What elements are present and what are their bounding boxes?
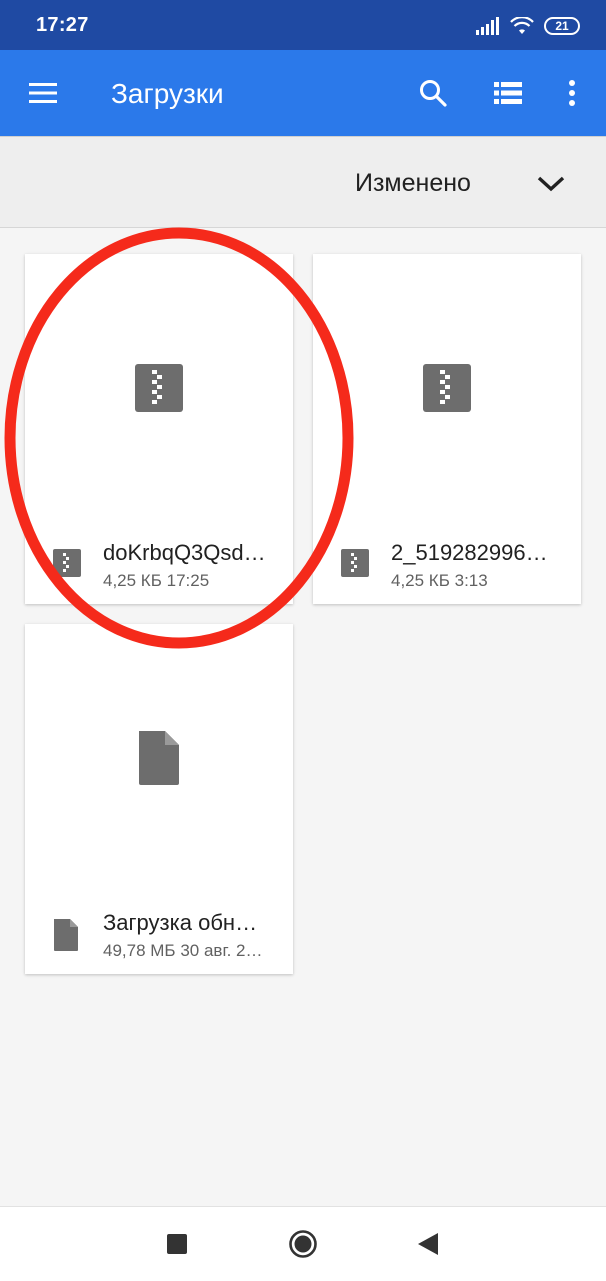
card-thumbnail	[25, 728, 293, 788]
file-meta: 4,25 КБ 3:13	[391, 571, 571, 591]
signal-icon	[476, 17, 499, 35]
status-time: 17:27	[36, 14, 89, 36]
file-date: 3:13	[454, 571, 488, 590]
chevron-down-icon[interactable]	[532, 169, 570, 199]
file-date: 30 авг. 2…	[180, 941, 263, 960]
hamburger-menu-icon[interactable]	[24, 76, 62, 110]
status-icons: 21	[476, 14, 580, 38]
file-name: Загрузка обн…	[103, 910, 258, 935]
battery-icon: 21	[544, 17, 580, 35]
home-icon[interactable]	[288, 1229, 318, 1259]
highlight-ellipse	[4, 227, 354, 649]
archive-file-icon	[423, 364, 471, 412]
page-title: Загрузки	[111, 78, 224, 109]
sort-bar: Изменено	[0, 136, 606, 228]
file-size: 4,25 КБ	[391, 571, 450, 590]
document-file-icon	[139, 731, 179, 785]
system-nav-bar	[0, 1206, 606, 1281]
more-vert-icon[interactable]	[558, 74, 586, 112]
battery-level: 21	[555, 19, 569, 33]
file-name: 2_519282996…	[391, 540, 548, 565]
list-view-icon[interactable]	[490, 76, 526, 110]
recents-icon[interactable]	[166, 1233, 188, 1255]
file-meta: 49,78 МБ 30 авг. 2…	[103, 941, 283, 961]
file-card[interactable]: Загрузка обн… 49,78 МБ 30 авг. 2…	[25, 624, 293, 974]
back-icon[interactable]	[416, 1231, 440, 1257]
app-bar: Загрузки	[0, 50, 606, 136]
document-small-icon	[54, 919, 78, 951]
status-bar: 17:27 21	[0, 0, 606, 50]
sort-label[interactable]: Изменено	[355, 169, 471, 198]
search-icon[interactable]	[414, 74, 452, 112]
wifi-icon	[510, 17, 534, 34]
file-size: 49,78 МБ	[103, 941, 176, 960]
